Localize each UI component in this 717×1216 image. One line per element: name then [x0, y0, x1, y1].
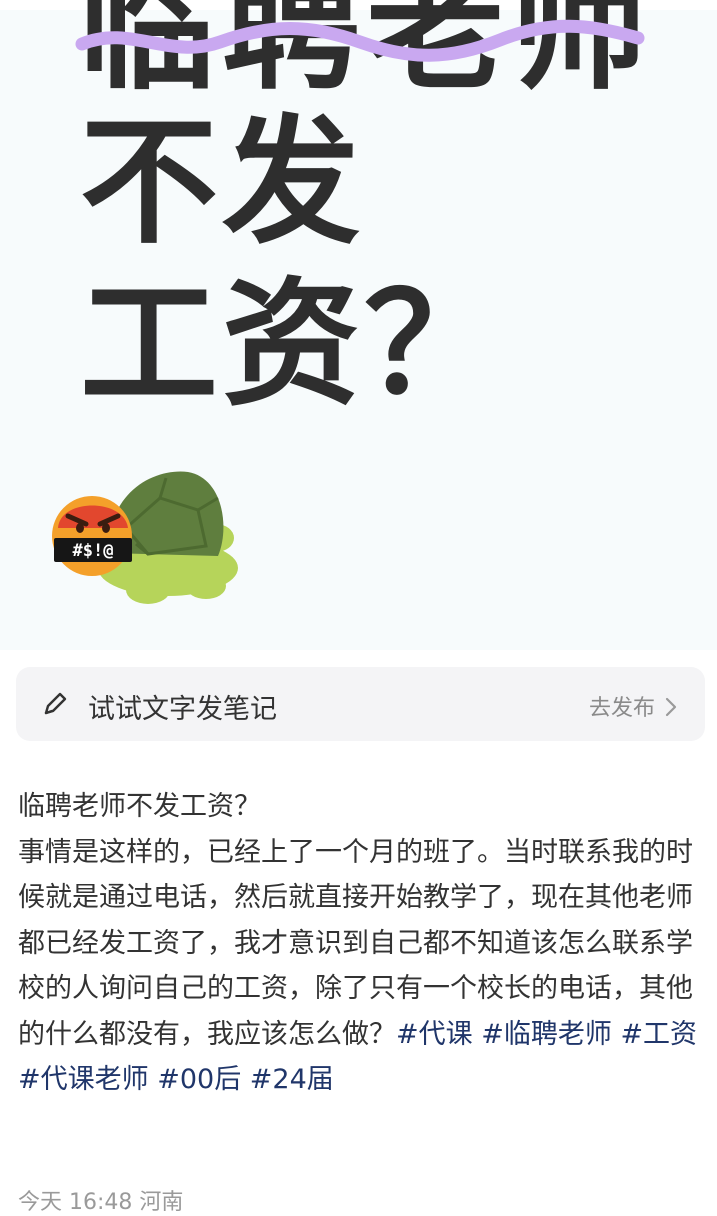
text-note-prompt-bar[interactable]: 试试文字发笔记 去发布 — [16, 667, 705, 741]
hashtag-link[interactable]: #临聘老师 — [481, 1019, 612, 1050]
pencil-icon — [44, 692, 67, 715]
prompt-label: 试试文字发笔记 — [88, 694, 277, 725]
post-time-location: 今天 16:48 河南 — [18, 1190, 184, 1215]
note-text: 事情是这样的，已经上了一个月的班了。当时联系我的时候就是通过电话，然后就直接开始… — [18, 830, 708, 1103]
squiggle-underline — [75, 19, 645, 62]
hashtag-link[interactable]: #00后 — [157, 1064, 241, 1095]
note-content: 临聘老师不发工资？ 事情是这样的，已经上了一个月的班了。当时联系我的时候就是通过… — [18, 784, 708, 1103]
angry-turtle-sticker: #$!@ — [52, 471, 238, 604]
cover-title-line-3: 工资？ — [80, 264, 507, 425]
hashtag-link[interactable]: #代课老师 — [18, 1064, 149, 1095]
note-title: 临聘老师不发工资？ — [18, 791, 261, 822]
hashtag-link[interactable]: #24届 — [250, 1064, 334, 1095]
go-publish-link[interactable]: 去发布 — [589, 690, 677, 722]
hashtag-link[interactable]: #代课 — [396, 1019, 473, 1050]
sticker-text: #$!@ — [73, 541, 114, 561]
note-cover-image[interactable]: 临聘老师 不发 工资？ #$!@ — [0, 0, 717, 650]
hashtag-link[interactable]: #工资 — [620, 1019, 697, 1050]
chevron-right-icon — [665, 697, 677, 717]
go-publish-label: 去发布 — [588, 696, 655, 721]
